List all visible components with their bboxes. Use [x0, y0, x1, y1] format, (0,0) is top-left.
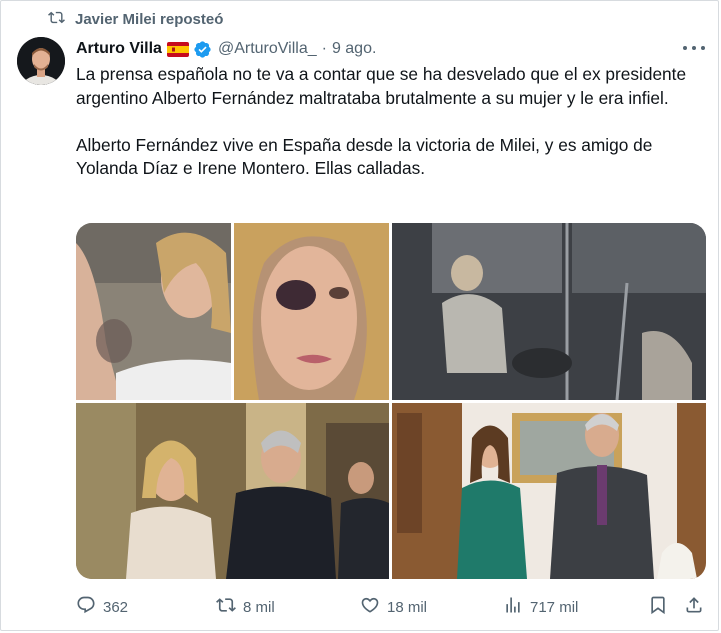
- photo-arm-bruise[interactable]: [76, 223, 231, 400]
- repost-icon: [48, 9, 65, 30]
- views-icon: [503, 595, 523, 619]
- share-icon: [684, 595, 704, 619]
- tweet-text: La prensa española no te va a contar que…: [76, 63, 712, 181]
- share-button[interactable]: [684, 595, 704, 619]
- tweet-header: Arturo Villa @ArturoVilla_ · 9 ago.: [76, 37, 705, 61]
- author-name[interactable]: Arturo Villa: [76, 40, 162, 58]
- photo-meeting-montero[interactable]: [392, 403, 706, 579]
- like-icon: [360, 595, 380, 619]
- photo-meeting-diaz[interactable]: [76, 403, 389, 579]
- verified-badge-icon[interactable]: [193, 40, 212, 59]
- reply-icon: [76, 595, 96, 619]
- views-count: 717 mil: [530, 598, 579, 616]
- repost-icon: [216, 595, 236, 619]
- flag-spain-icon: [166, 41, 189, 57]
- tweet-paragraph-2: Alberto Fernández vive en España desde l…: [76, 134, 653, 179]
- reply-button[interactable]: 362: [76, 595, 128, 619]
- more-icon[interactable]: [683, 40, 705, 56]
- views-button[interactable]: 717 mil: [503, 595, 578, 619]
- separator-dot: ·: [321, 40, 327, 57]
- reply-count: 362: [103, 598, 129, 616]
- repost-indicator: Javier Milei reposteó: [48, 9, 223, 29]
- tweet-date[interactable]: 9 ago.: [332, 40, 376, 58]
- repost-count: 8 mil: [243, 598, 275, 616]
- photo-face-bruise[interactable]: [234, 223, 389, 400]
- media-grid[interactable]: [76, 223, 706, 579]
- tweet-paragraph-1: La prensa española no te va a contar que…: [76, 64, 687, 108]
- avatar[interactable]: [17, 37, 65, 85]
- author-handle[interactable]: @ArturoVilla_: [218, 40, 317, 58]
- like-count: 18 mil: [387, 598, 428, 616]
- action-bar: 362 8 mil 18 mil 717 mil: [76, 595, 711, 619]
- bookmark-icon: [648, 595, 668, 619]
- repost-button[interactable]: 8 mil: [216, 595, 275, 619]
- repost-label[interactable]: Javier Milei reposteó: [75, 11, 223, 28]
- like-button[interactable]: 18 mil: [360, 595, 427, 619]
- bookmark-button[interactable]: [648, 595, 668, 619]
- photo-elevator-video[interactable]: [392, 223, 706, 400]
